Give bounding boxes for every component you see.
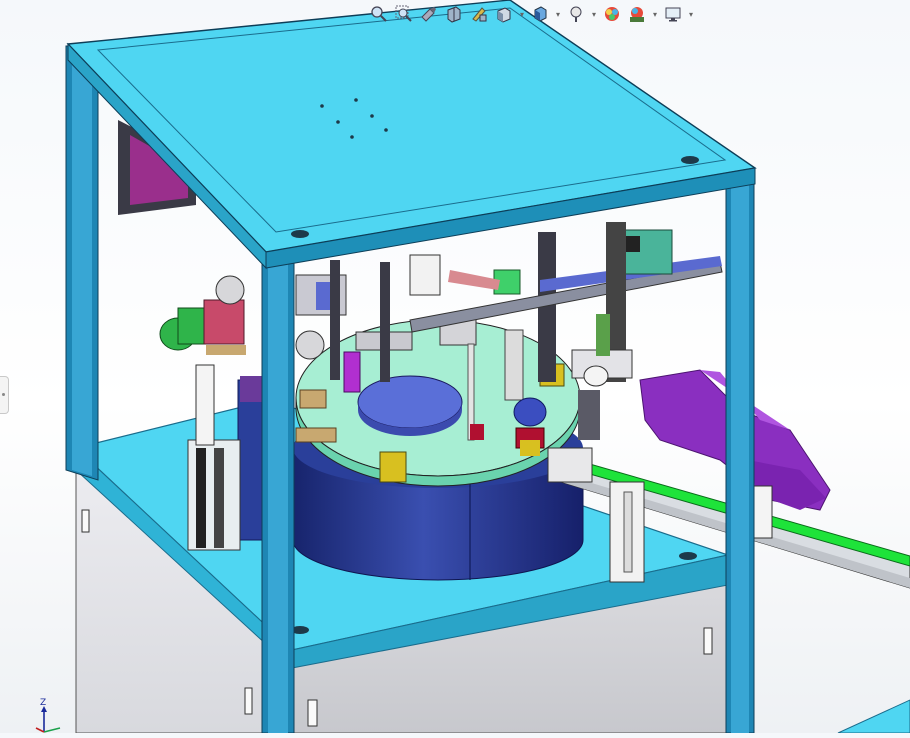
triad-axes-icon: [35, 706, 61, 733]
graphics-area[interactable]: [0, 0, 910, 734]
chevron-down-icon[interactable]: ▾: [687, 3, 695, 25]
chevron-down-icon[interactable]: ▾: [518, 3, 526, 25]
appearance-icon[interactable]: [601, 3, 623, 25]
triad-z-label: Z: [40, 698, 47, 708]
monitor-icon[interactable]: [662, 3, 684, 25]
display-style-icon[interactable]: [529, 3, 551, 25]
chevron-down-icon[interactable]: ▾: [554, 3, 562, 25]
top-plate: [66, 0, 757, 270]
zoom-fit-icon[interactable]: [368, 3, 390, 25]
section-view-icon[interactable]: [443, 3, 465, 25]
zoom-area-icon[interactable]: [393, 3, 415, 25]
previous-view-icon[interactable]: [418, 3, 440, 25]
panel-collapse-handle[interactable]: [0, 376, 9, 414]
annotation-view-icon[interactable]: [468, 3, 490, 25]
chevron-down-icon[interactable]: ▾: [590, 3, 598, 25]
machine-assembly-model[interactable]: [0, 0, 910, 734]
chevron-down-icon[interactable]: ▾: [651, 3, 659, 25]
reference-triad: Z: [30, 698, 70, 733]
view-orientation-icon[interactable]: [493, 3, 515, 25]
scene-icon[interactable]: [626, 3, 648, 25]
heads-up-view-toolbar: ▾ ▾ ▾ ▾ ▾: [368, 2, 695, 26]
hide-show-icon[interactable]: [565, 3, 587, 25]
